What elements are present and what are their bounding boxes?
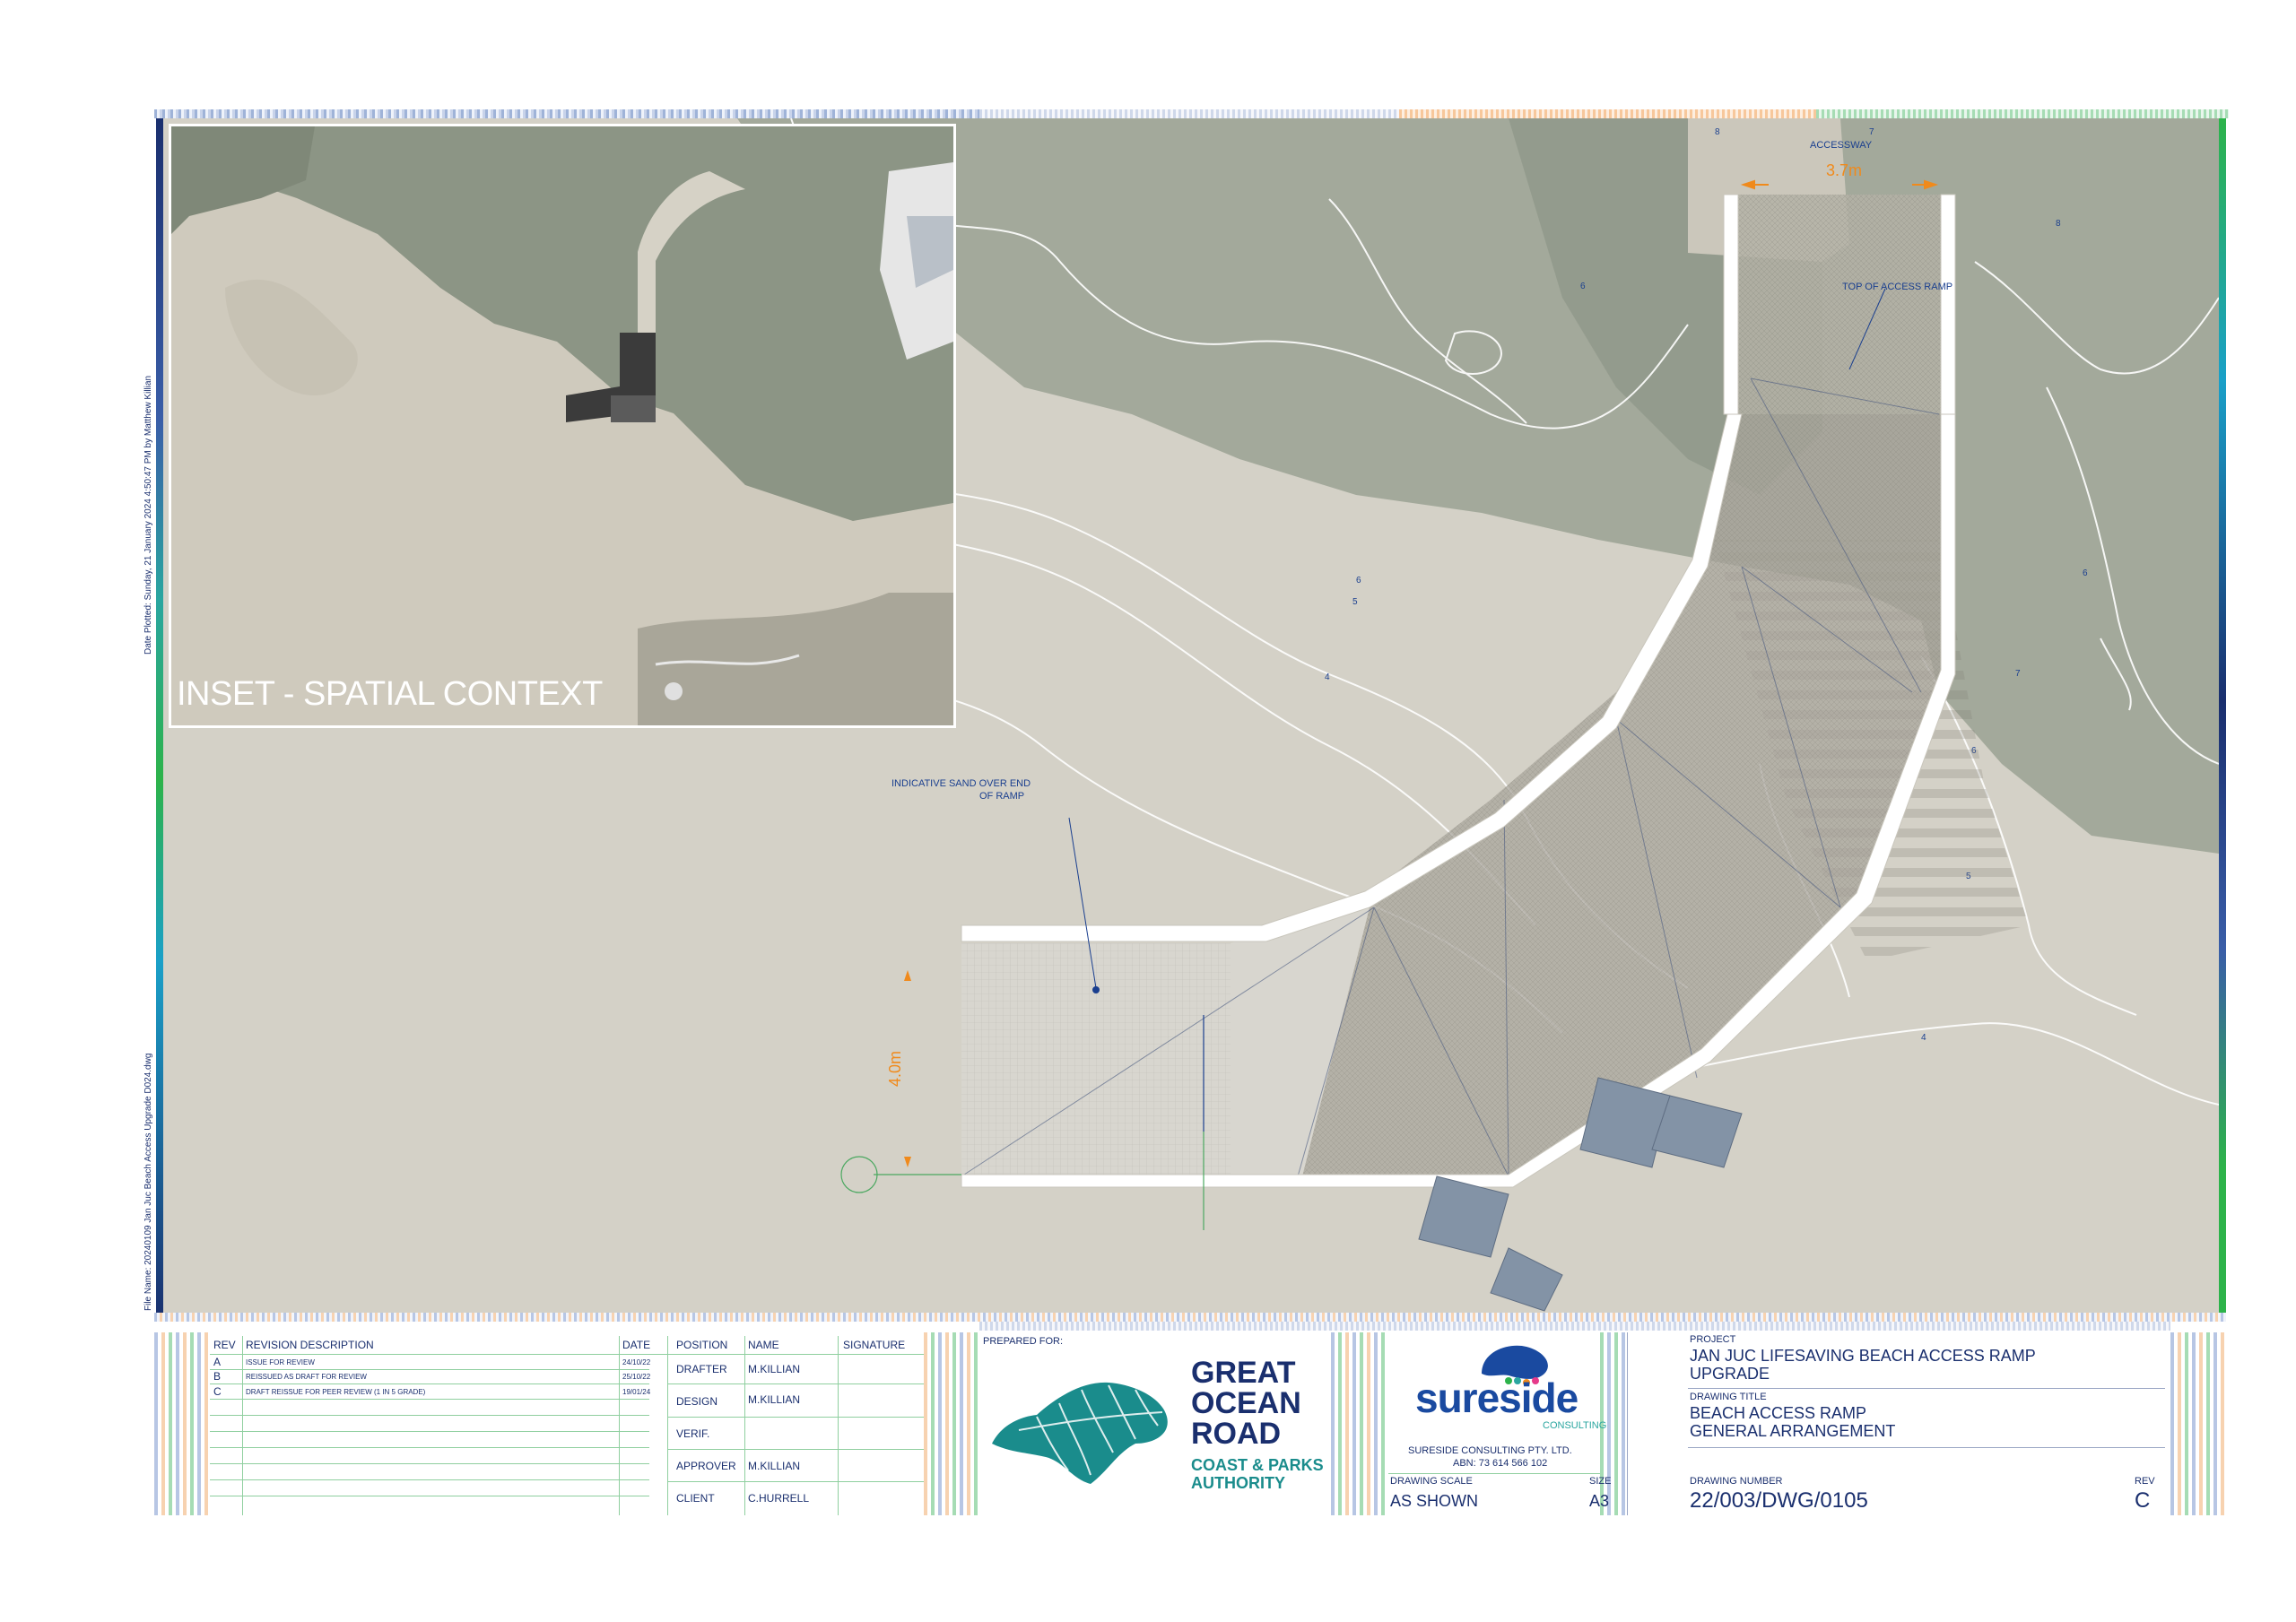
inset-label: INSET - SPATIAL CONTEXT — [177, 675, 603, 713]
contour-label: 6 — [1580, 282, 1586, 291]
revision-row-date: 25/10/22 — [622, 1373, 651, 1381]
signoff-name: C.HURRELL — [748, 1492, 810, 1505]
contour-label: 6 — [2083, 568, 2088, 578]
sureside-logo-sub: CONSULTING — [1543, 1420, 1607, 1431]
signoff-position: DRAFTER — [676, 1363, 727, 1375]
contour-label: 8 — [2056, 219, 2061, 229]
contour-label: 5 — [1352, 597, 1358, 607]
drawing-title-line2: GENERAL ARRANGEMENT — [1690, 1422, 1896, 1440]
contour-label: 6 — [1356, 576, 1361, 585]
contour-label: 4 — [1325, 672, 1330, 682]
right-border-bar-lower — [2219, 701, 2226, 1322]
drawing-title-line1: BEACH ACCESS RAMP — [1690, 1404, 1867, 1422]
rev-label: REV — [2135, 1476, 2155, 1487]
size-value: A3 — [1589, 1492, 1610, 1510]
position-header: POSITION — [676, 1339, 728, 1351]
signoff-name: M.KILLIAN — [748, 1460, 801, 1472]
top-of-ramp-label: TOP OF ACCESS RAMP — [1842, 282, 1953, 292]
gora-logo — [983, 1363, 1173, 1488]
drawing-number-value: 22/003/DWG/0105 — [1690, 1488, 1868, 1513]
right-border-bar — [2219, 118, 2226, 701]
tb-top-strip-left — [979, 1322, 2170, 1331]
revision-row-rev: B — [213, 1370, 222, 1383]
revision-description-header: REVISION DESCRIPTION — [246, 1339, 374, 1351]
signature-header: SIGNATURE — [843, 1339, 906, 1351]
signoff-position: APPROVER — [676, 1460, 736, 1472]
size-label: SIZE — [1589, 1476, 1612, 1487]
accessway-width-dimension: 3.7m — [1826, 161, 1863, 179]
sand-note-point — [1092, 986, 1100, 993]
prepared-for-label: PREPARED FOR: — [983, 1336, 1064, 1347]
left-border-bar — [156, 118, 163, 1322]
tb-strip-right2 — [2170, 1332, 2226, 1515]
date-header: DATE — [622, 1339, 651, 1351]
signoff-position: CLIENT — [676, 1492, 715, 1505]
top-border-strip-green — [1816, 109, 2229, 118]
tb-strip-mid-right — [1331, 1332, 1387, 1515]
drawing-title-label: DRAWING TITLE — [1690, 1392, 1767, 1402]
gora-name-line3: ROAD — [1191, 1417, 1282, 1451]
tb-strip-left — [154, 1332, 210, 1515]
contour-label: 7 — [2015, 669, 2021, 679]
drawing-scale-value: AS SHOWN — [1390, 1492, 1479, 1510]
sand-note-line1: INDICATIVE SAND OVER END — [891, 778, 1031, 789]
contour-label: 4 — [1921, 1033, 1926, 1043]
revision-row-rev: A — [213, 1356, 222, 1368]
revision-row-date: 24/10/22 — [622, 1358, 651, 1366]
bottom-border-strip — [154, 1313, 2226, 1322]
aerial-drawing-area: 8 7 8 6 6 5 4 6 7 6 5 4 ACCESSWAY 3.7m T… — [163, 118, 2219, 1313]
revision-row-date: 19/01/24 — [622, 1388, 651, 1396]
gora-sub-line2: AUTHORITY — [1191, 1474, 1285, 1492]
top-border-strip-orange — [1399, 109, 1816, 118]
drawing-number-label: DRAWING NUMBER — [1690, 1476, 1783, 1487]
signoff-position: VERIF. — [676, 1427, 710, 1440]
project-line1: JAN JUC LIFESAVING BEACH ACCESS RAMP — [1690, 1347, 2036, 1365]
drawing-scale-label: DRAWING SCALE — [1390, 1476, 1473, 1487]
revision-row-description: ISSUE FOR REVIEW — [246, 1358, 315, 1366]
signoff-name: M.KILLIAN — [748, 1363, 801, 1375]
consultant-company: SURESIDE CONSULTING PTY. LTD. — [1408, 1445, 1572, 1456]
inset-spatial-context: INSET - SPATIAL CONTEXT — [169, 124, 956, 728]
contour-label: 7 — [1869, 127, 1874, 137]
ramp-width-dimension: 4.0m — [886, 1050, 904, 1087]
date-plotted-text: Date Plotted: Sunday, 21 January 2024 4:… — [144, 375, 153, 655]
sureside-logo-text: sureside — [1415, 1375, 1578, 1421]
top-border-strip-mid — [979, 109, 1399, 118]
tb-strip-mid-left — [924, 1332, 979, 1515]
signoff-position: DESIGN — [676, 1395, 718, 1408]
revision-row-description: DRAFT REISSUE FOR PEER REVIEW (1 IN 5 GR… — [246, 1388, 426, 1396]
contour-label: 8 — [1715, 127, 1720, 137]
revision-row-rev: C — [213, 1385, 222, 1398]
project-line2: UPGRADE — [1690, 1365, 1770, 1383]
accessway-label: ACCESSWAY — [1810, 140, 1873, 151]
rev-header: REV — [213, 1339, 236, 1351]
signoff-name: M.KILLIAN — [748, 1393, 801, 1406]
name-header: NAME — [748, 1339, 779, 1351]
rev-value: C — [2135, 1488, 2151, 1513]
file-name-text: File Name: 20240109 Jan Juc Beach Access… — [144, 1053, 153, 1311]
project-label: PROJECT — [1690, 1334, 1736, 1345]
sand-note-line2: OF RAMP — [979, 791, 1025, 802]
top-border-strip-left — [154, 109, 979, 118]
revision-row-description: REISSUED AS DRAFT FOR REVIEW — [246, 1373, 367, 1381]
gora-sub-line1: COAST & PARKS — [1191, 1456, 1324, 1474]
consultant-abn: ABN: 73 614 566 102 — [1453, 1458, 1548, 1469]
